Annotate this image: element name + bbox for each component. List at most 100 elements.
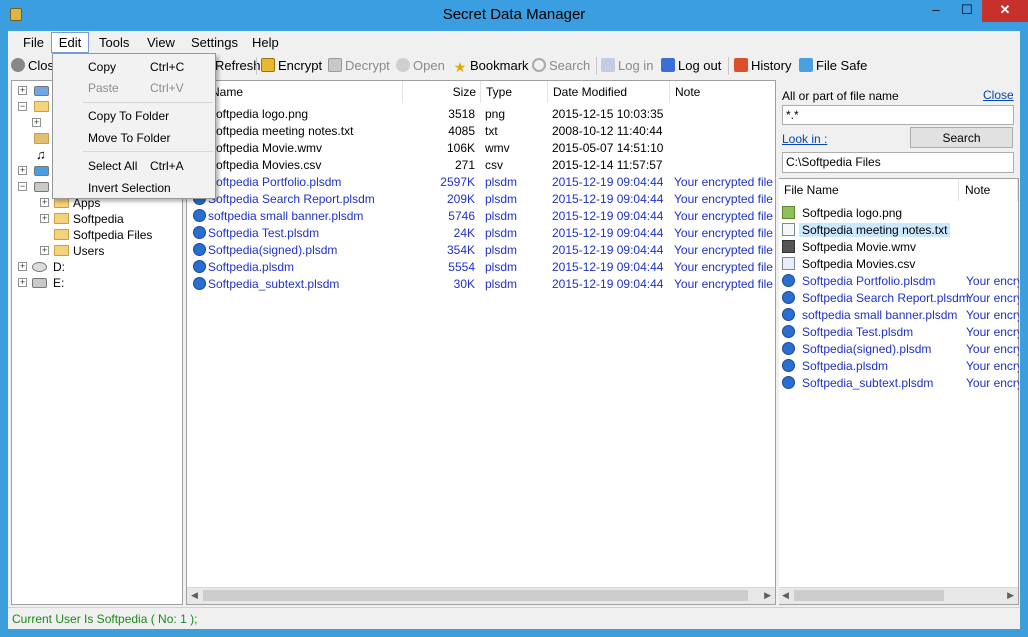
scroll-right-icon[interactable]: ▶	[764, 590, 771, 601]
collapse-icon[interactable]: −	[18, 182, 27, 191]
menu-item-copy[interactable]: Copy Ctrl+C	[53, 57, 215, 77]
file-row[interactable]: Softpedia meeting notes.txt 4085 txt 2008-1…	[187, 123, 775, 140]
scroll-left-icon[interactable]: ◀	[191, 590, 198, 601]
look-in-path-input[interactable]: C:\Softpedia Files	[782, 152, 1014, 173]
collapse-icon[interactable]: −	[18, 102, 27, 111]
file-name: Softpedia Portfolio.plsdm	[208, 175, 342, 189]
scroll-right-icon[interactable]: ▶	[1007, 590, 1014, 601]
result-row[interactable]: Softpedia Portfolio.plsdm Your encry	[779, 273, 1019, 290]
logout-button[interactable]: Log out	[661, 58, 721, 73]
file-row[interactable]: softpedia small banner.plsdm 5746 plsdm 201…	[187, 208, 775, 225]
result-row[interactable]: Softpedia.plsdm Your encry	[779, 358, 1019, 375]
file-row[interactable]: Softpedia.plsdm 5554 plsdm 2015-12-19 09:04…	[187, 259, 775, 276]
column-header-date[interactable]: Date Modified	[548, 81, 670, 103]
menu-edit[interactable]: Edit	[51, 32, 89, 53]
menu-item-copy-to-folder[interactable]: Copy To Folder	[53, 106, 215, 126]
file-row[interactable]: Softpedia Portfolio.plsdm 2597K plsdm 2015-…	[187, 174, 775, 191]
result-row[interactable]: Softpedia Test.plsdm Your encry	[779, 324, 1019, 341]
wmv-file-icon	[782, 240, 795, 253]
close-window-button[interactable]: ✕	[982, 0, 1028, 22]
open-button[interactable]: Open	[396, 58, 445, 73]
file-type: plsdm	[485, 209, 518, 223]
file-size: 209K	[446, 192, 475, 206]
result-note: Your encry	[966, 359, 1019, 373]
plsdm-file-icon	[782, 376, 795, 389]
menu-file[interactable]: File	[23, 35, 44, 50]
file-type: plsdm	[485, 192, 518, 206]
plsdm-file-icon	[782, 359, 795, 372]
plsdm-file-icon	[193, 226, 206, 239]
results-horizontal-scrollbar[interactable]: ◀ ▶	[779, 587, 1018, 604]
file-type: csv	[485, 158, 503, 172]
result-row[interactable]: Softpedia(signed).plsdm Your encry	[779, 341, 1019, 358]
expand-icon[interactable]: +	[40, 246, 49, 255]
results-header-note[interactable]: Note	[959, 179, 1018, 201]
result-row[interactable]: Softpedia_subtext.plsdm Your encry	[779, 375, 1019, 392]
result-row[interactable]: Softpedia logo.png	[779, 205, 1018, 222]
result-name: Softpedia logo.png	[802, 206, 903, 220]
result-note: Your encry	[966, 342, 1019, 356]
result-row[interactable]: Softpedia Search Report.plsdm Your encry	[779, 290, 1019, 307]
file-row[interactable]: Softpedia Test.plsdm 24K plsdm 2015-12-19 0…	[187, 225, 775, 242]
maximize-button[interactable]: ☐	[952, 0, 982, 22]
result-row[interactable]: Softpedia Movies.csv	[779, 256, 1018, 273]
file-row[interactable]: Softpedia Movie.wmv 106K wmv 2015-05-07 14:…	[187, 140, 775, 157]
file-row[interactable]: Softpedia_subtext.plsdm 30K plsdm 2015-12-1…	[187, 276, 775, 293]
expand-icon[interactable]: +	[18, 278, 27, 287]
menu-item-select-all[interactable]: Select All Ctrl+A	[53, 156, 215, 176]
menu-separator	[83, 102, 213, 103]
scroll-left-icon[interactable]: ◀	[782, 590, 789, 601]
bookmark-button[interactable]: ★ Bookmark	[453, 58, 529, 74]
file-row[interactable]: Softpedia Search Report.plsdm 209K plsdm 20…	[187, 191, 775, 208]
menu-view[interactable]: View	[147, 35, 175, 50]
menu-tools[interactable]: Tools	[99, 35, 129, 50]
column-header-size[interactable]: Size	[403, 81, 481, 103]
column-header-name[interactable]: Name	[187, 81, 403, 103]
file-list[interactable]: Name Size Type Date Modified Note Softpe…	[186, 80, 776, 605]
encrypt-button[interactable]: Encrypt	[261, 58, 322, 73]
scroll-thumb[interactable]	[203, 590, 748, 601]
menu-item-move-to-folder[interactable]: Move To Folder	[53, 128, 215, 148]
file-row[interactable]: Softpedia(signed).plsdm 354K plsdm 2015-12-…	[187, 242, 775, 259]
result-row[interactable]: Softpedia Movie.wmv	[779, 239, 1018, 256]
minimize-button[interactable]: –	[920, 0, 952, 22]
result-note: Your encry	[966, 308, 1019, 322]
menu-item-paste[interactable]: Paste Ctrl+V	[53, 78, 215, 98]
file-name: Softpedia meeting notes.txt	[208, 124, 354, 138]
search-tool-button[interactable]: Search	[532, 58, 590, 73]
file-row[interactable]: Softpedia logo.png 3518 png 2015-12-15 10:0…	[187, 106, 775, 123]
menu-settings[interactable]: Settings	[191, 35, 238, 50]
file-date: 2008-10-12 11:40:44	[552, 124, 663, 138]
search-button[interactable]: Search	[910, 127, 1013, 148]
plsdm-file-icon	[782, 274, 795, 287]
expand-icon[interactable]: +	[40, 198, 49, 207]
file-name: Softpedia logo.png	[208, 107, 309, 121]
expand-icon[interactable]: +	[18, 262, 27, 271]
look-in-link[interactable]: Look in :	[782, 132, 827, 146]
results-header-name[interactable]: File Name	[779, 179, 959, 201]
menu-bar: File Edit Tools View Settings Help	[8, 31, 1020, 53]
close-search-link[interactable]: Close	[983, 88, 1014, 102]
login-button[interactable]: Log in	[601, 58, 653, 73]
result-row[interactable]: Softpedia meeting notes.txt	[779, 222, 1018, 239]
expand-icon[interactable]: +	[18, 166, 27, 175]
expand-icon[interactable]: +	[40, 214, 49, 223]
result-name: Softpedia Movies.csv	[802, 257, 916, 271]
file-row[interactable]: Softpedia Movies.csv 271 csv 2015-12-14 11:…	[187, 157, 775, 174]
menu-item-invert-selection[interactable]: Invert Selection	[53, 178, 215, 198]
search-results[interactable]: File Name Note Softpedia logo.png Softped…	[779, 178, 1019, 605]
column-header-type[interactable]: Type	[481, 81, 548, 103]
horizontal-scrollbar[interactable]: ◀ ▶	[187, 587, 775, 604]
menu-help[interactable]: Help	[252, 35, 279, 50]
result-row[interactable]: softpedia small banner.plsdm Your encry	[779, 307, 1019, 324]
file-safe-button[interactable]: File Safe	[799, 58, 867, 73]
toolbar-separator	[728, 57, 729, 75]
scroll-thumb[interactable]	[794, 590, 944, 601]
expand-icon[interactable]: +	[18, 86, 27, 95]
search-query-input[interactable]: *.*	[782, 105, 1014, 125]
file-name: Softpedia(signed).plsdm	[208, 243, 338, 257]
column-header-note[interactable]: Note	[670, 81, 775, 103]
history-button[interactable]: History	[734, 58, 791, 73]
expand-icon[interactable]: +	[32, 118, 41, 127]
decrypt-button[interactable]: Decrypt	[328, 58, 390, 73]
